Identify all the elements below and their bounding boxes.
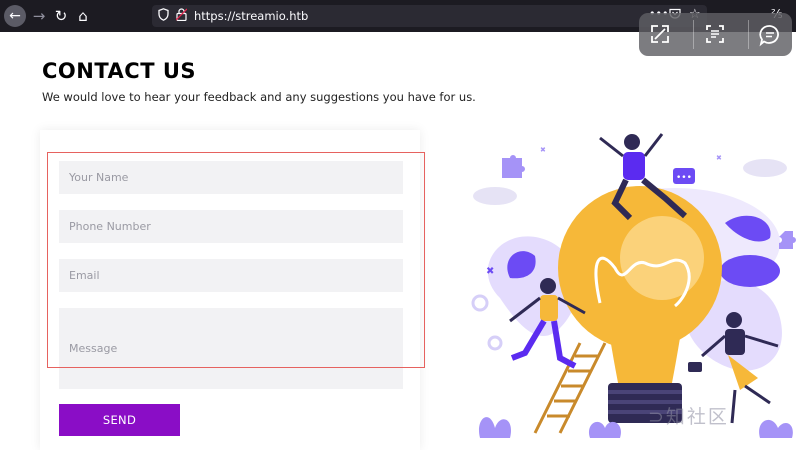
toolbar-divider [748,20,749,49]
name-input[interactable] [59,161,403,194]
watermark: ⊃知社区 [648,406,729,428]
expand-icon[interactable] [648,23,672,47]
send-button[interactable]: SEND [59,404,180,436]
email-input[interactable] [59,259,403,292]
scan-text-icon[interactable] [703,23,727,47]
shield-icon[interactable] [158,8,172,24]
message-textarea[interactable] [59,308,403,389]
svg-text:•••: ••• [676,173,692,183]
contact-page: CONTACT US We would love to hear your fe… [0,32,796,450]
url-bar[interactable]: https://streamio.htb ••• ☆ [152,5,707,27]
floating-toolbar [639,13,792,56]
home-icon[interactable]: ⌂ [73,6,93,26]
lightbulb-illustration: ✖ ✖ ✖ ••• [471,133,796,438]
back-arrow-icon[interactable]: ← [4,5,26,27]
svg-text:✖: ✖ [716,154,722,162]
chat-icon[interactable] [758,23,782,47]
svg-text:✖: ✖ [540,146,546,154]
contact-form: SEND [40,130,420,450]
reload-icon[interactable]: ↻ [51,6,71,26]
insecure-lock-icon[interactable] [175,8,190,24]
page-title: CONTACT US [42,59,197,83]
svg-text:✖: ✖ [486,266,494,277]
url-text[interactable]: https://streamio.htb [194,8,308,24]
toolbar-divider [693,20,694,49]
forward-arrow-icon[interactable]: → [29,6,49,26]
phone-input[interactable] [59,210,403,243]
page-subtitle: We would love to hear your feedback and … [42,90,476,104]
